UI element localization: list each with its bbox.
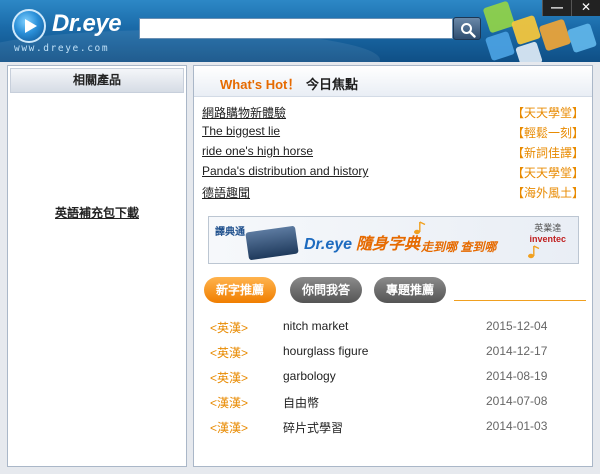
news-title-link[interactable]: The biggest lie <box>202 124 280 138</box>
word-row: <英漢> garbology 2014-08-19 <box>194 366 594 391</box>
whats-hot-panel: What's Hot！ 今日焦點 網路購物新體驗 【天天學堂】 The bigg… <box>193 65 593 467</box>
news-title-link[interactable]: 網路購物新體驗 <box>202 104 286 121</box>
word-dict-type[interactable]: <英漢> <box>210 319 248 336</box>
news-category-link[interactable]: 【輕鬆一刻】 <box>512 124 584 141</box>
news-item: 德語趣聞 【海外風土】 <box>202 181 586 201</box>
word-row: <英漢> hourglass figure 2014-12-17 <box>194 341 594 366</box>
news-title-link[interactable]: Panda's distribution and history <box>202 164 368 178</box>
recommend-tabs: 新字推薦 你問我答 專題推薦 <box>204 277 586 305</box>
news-item: The biggest lie 【輕鬆一刻】 <box>202 121 586 141</box>
tab-qa[interactable]: 你問我答 <box>290 277 362 303</box>
search-input[interactable] <box>139 18 453 39</box>
related-products-panel: 相關產品 英語補充包下載 <box>7 65 187 467</box>
corp-name-en: inventec <box>529 234 566 244</box>
pocket-dictionary-ad-banner[interactable]: 譯典通 Dr.eye 隨身字典 走到哪 查到哪 英業達 inventec <box>208 216 579 264</box>
news-category-link[interactable]: 【天天學堂】 <box>512 164 584 181</box>
word-dict-type[interactable]: <漢漢> <box>210 419 248 436</box>
word-date: 2014-12-17 <box>486 344 548 358</box>
word-row: <漢漢> 自由幣 2014-07-08 <box>194 391 594 416</box>
banner-headline-cn: 隨身字典 <box>356 236 421 253</box>
news-item: ride one's high horse 【新詞佳譯】 <box>202 141 586 161</box>
news-list: 網路購物新體驗 【天天學堂】 The biggest lie 【輕鬆一刻】 ri… <box>202 101 586 201</box>
tabs-underline <box>454 300 586 301</box>
banner-headline-en: Dr.eye <box>304 236 353 253</box>
dreye-logo-icon <box>12 9 46 43</box>
word-term-link[interactable]: 碎片式學習 <box>283 419 343 436</box>
news-title-link[interactable]: 德語趣聞 <box>202 184 250 201</box>
close-button[interactable]: ✕ <box>571 0 600 16</box>
device-icon <box>245 225 299 261</box>
tab-topics[interactable]: 專題推薦 <box>374 277 446 303</box>
related-products-title: 相關產品 <box>10 68 184 93</box>
window-controls: — ✕ <box>542 0 600 16</box>
news-category-link[interactable]: 【新詞佳譯】 <box>512 144 584 161</box>
whats-hot-title: What's Hot！ <box>220 77 301 92</box>
banner-tagline: 走到哪 查到哪 <box>421 240 497 254</box>
whats-hot-header: What's Hot！ 今日焦點 <box>194 66 592 97</box>
news-category-link[interactable]: 【天天學堂】 <box>512 104 584 121</box>
word-date: 2015-12-04 <box>486 319 548 333</box>
banner-headline: Dr.eye 隨身字典 <box>304 230 420 254</box>
app-header: Dr.eye www.dreye.com — ✕ <box>0 0 600 62</box>
news-category-link[interactable]: 【海外風土】 <box>512 184 584 201</box>
word-term-link[interactable]: nitch market <box>283 319 348 333</box>
search-button[interactable] <box>453 17 481 40</box>
word-row: <英漢> nitch market 2015-12-04 <box>194 316 594 341</box>
new-words-list: <英漢> nitch market 2015-12-04 <英漢> hourgl… <box>194 316 594 441</box>
music-note-icon <box>528 245 540 259</box>
tab-new-words[interactable]: 新字推薦 <box>204 277 276 303</box>
news-item: Panda's distribution and history 【天天學堂】 <box>202 161 586 181</box>
corp-name-cn: 英業達 <box>534 223 562 233</box>
inventec-logo: 英業達 inventec <box>529 223 566 245</box>
minimize-button[interactable]: — <box>542 0 571 16</box>
word-date: 2014-01-03 <box>486 419 548 433</box>
today-focus-title: 今日焦點 <box>306 77 359 92</box>
word-term-link[interactable]: hourglass figure <box>283 344 368 358</box>
word-dict-type[interactable]: <英漢> <box>210 369 248 386</box>
logo-url: www.dreye.com <box>14 43 110 54</box>
word-row: <漢漢> 碎片式學習 2014-01-03 <box>194 416 594 441</box>
banner-brand: 譯典通 <box>215 227 245 238</box>
word-dict-type[interactable]: <英漢> <box>210 344 248 361</box>
word-date: 2014-08-19 <box>486 369 548 383</box>
word-dict-type[interactable]: <漢漢> <box>210 394 248 411</box>
news-title-link[interactable]: ride one's high horse <box>202 144 313 158</box>
news-item: 網路購物新體驗 【天天學堂】 <box>202 101 586 121</box>
music-note-icon <box>414 221 426 235</box>
word-date: 2014-07-08 <box>486 394 548 408</box>
logo-text: Dr.eye <box>52 10 122 37</box>
word-term-link[interactable]: 自由幣 <box>283 394 319 411</box>
english-pack-download-link[interactable]: 英語補充包下載 <box>8 204 186 221</box>
word-term-link[interactable]: garbology <box>283 369 336 383</box>
search-icon <box>461 23 476 38</box>
